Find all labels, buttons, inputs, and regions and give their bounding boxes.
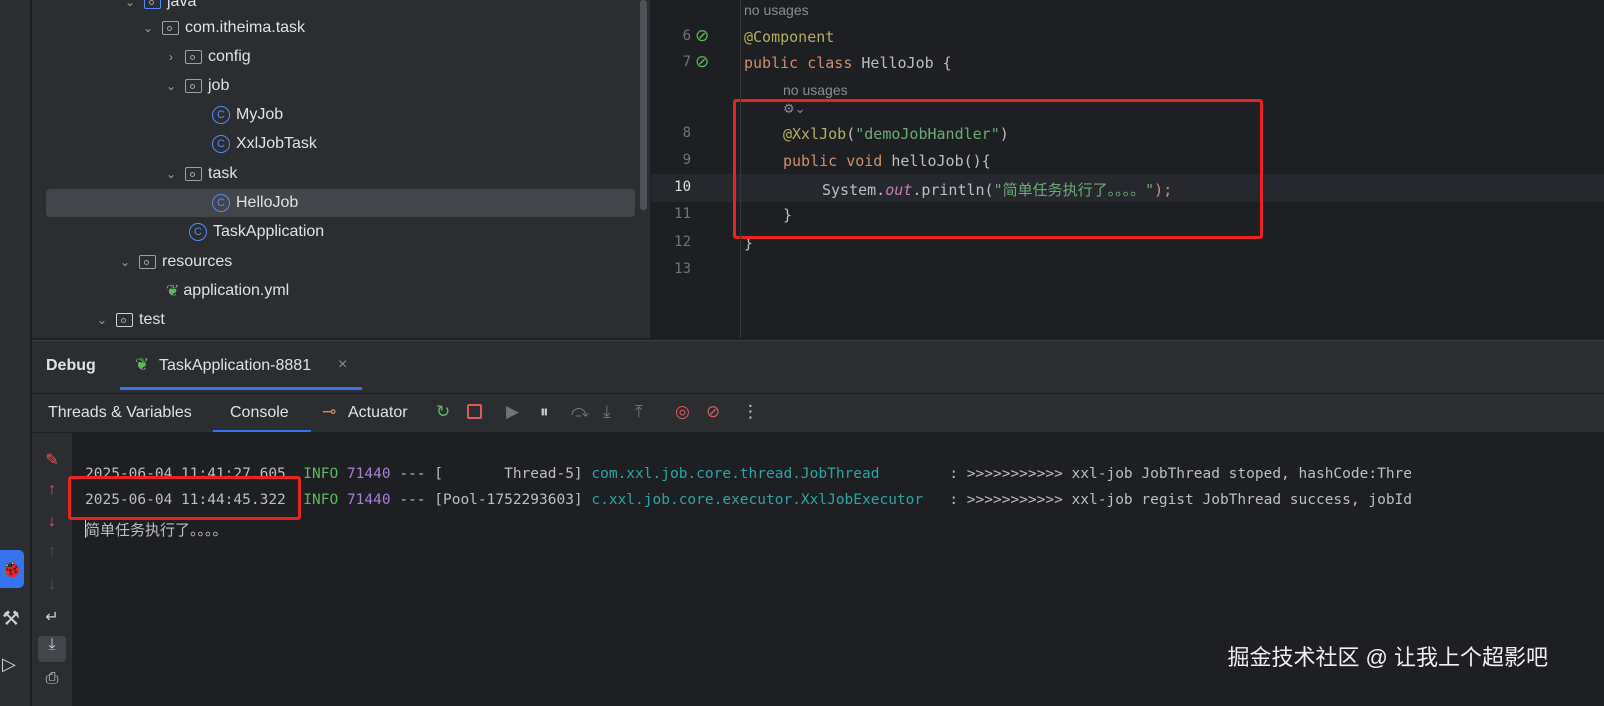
watermark: 掘金技术社区 @ 让我上个超影吧 [1227,645,1548,670]
spring-bean-gutter-icon[interactable]: ⊘ [695,52,709,72]
keyword: class [807,54,853,72]
tab-session[interactable]: TaskApplication-8881 [159,357,311,375]
text-cursor [85,520,86,538]
line-number: 12 [674,234,691,250]
class-icon: C [212,135,230,153]
step-out-icon[interactable]: ⤒ [635,402,643,422]
previous-occurrence-icon[interactable]: ↑ [42,481,62,499]
class-icon: C [212,106,230,124]
mute-breakpoints-icon[interactable]: ⊘ [706,402,720,422]
chevron-down-icon[interactable]: ⌄ [94,313,110,327]
tree-item-myjob[interactable]: MyJob [236,106,283,124]
tree-item-label: HelloJob [236,194,299,211]
next-occurrence-icon[interactable]: ↓ [42,513,62,531]
debug-tool-icon[interactable]: 🐞 [0,550,24,588]
pause-icon[interactable]: ⏸ [540,402,549,422]
tree-scrollbar[interactable] [640,0,647,210]
step-over-icon[interactable]: ⤼ [571,402,589,422]
class-icon: C [212,194,230,212]
folder-icon [116,313,133,327]
spring-boot-class-icon: C [189,223,207,241]
rerun-icon[interactable]: ↻ [436,402,450,422]
chevron-down-icon[interactable]: ⌄ [122,0,138,9]
keyword: public [744,54,799,72]
resources-folder-icon [139,255,156,269]
spring-run-icon: ❦ [135,355,150,374]
spring-config-icon: ❦ [166,283,180,300]
tab-actuator[interactable]: Actuator [348,404,408,422]
tab-console[interactable]: Console [230,404,289,422]
line-number: 7 [682,54,691,70]
chevron-right-icon[interactable]: › [163,50,179,64]
step-into-icon[interactable]: ⤓ [603,402,611,422]
line-number: 11 [674,206,691,222]
package-icon [162,21,179,35]
spring-bean-gutter-icon[interactable]: ⊘ [695,26,709,46]
stop-icon[interactable] [467,404,482,419]
tree-item-job[interactable]: job [208,77,229,95]
tab-threads-variables[interactable]: Threads & Variables [48,404,192,422]
project-tree: ⌄ java ⌄ com.itheima.task › config ⌄ job C My… [32,0,650,338]
line-number: 9 [682,152,691,168]
tree-item-application-yml[interactable]: application.yml [183,282,289,300]
code-editor[interactable]: no usages 6 ⊘ @Component 7 ⊘ public clas… [651,0,1604,338]
resume-icon[interactable]: ▶ [506,402,519,422]
chevron-down-icon[interactable]: ⌄ [140,21,156,35]
actuator-icon: ⊸ [322,402,337,421]
up-stack-icon[interactable]: ↑ [42,543,62,561]
gutter-separator [740,0,741,338]
usages-hint: no usages [783,82,848,98]
line-number: 10 [674,179,691,195]
tree-item-taskapplication[interactable]: TaskApplication [213,223,324,241]
clear-console-icon[interactable]: ✎ [42,450,62,470]
class-declaration: HelloJob { [852,54,952,72]
scroll-to-end-icon[interactable]: ⤓ [38,636,66,662]
close-icon[interactable]: × [338,356,347,374]
tree-item-hellojob[interactable]: C HelloJob [46,189,635,217]
program-output: 简单任务执行了。。。。 [85,521,228,539]
tree-item-java[interactable]: java [167,0,196,11]
more-icon[interactable]: ⋮ [742,402,759,422]
tree-item-config[interactable]: config [208,48,251,66]
soft-wrap-icon[interactable]: ↵ [42,607,62,627]
view-breakpoints-icon[interactable]: ◎ [675,402,690,422]
debug-title: Debug [46,357,96,374]
services-icon[interactable]: ▷ [2,654,16,675]
divider [32,393,1604,394]
session-tab-underline [120,387,362,390]
chevron-down-icon[interactable]: ⌄ [163,79,179,93]
source-folder-icon [144,0,161,9]
print-icon[interactable]: ⎙ [42,670,62,688]
tree-item-xxljobtask[interactable]: XxlJobTask [236,135,317,153]
tree-item-package[interactable]: com.itheima.task [185,19,305,37]
tool-window-strip: 🐞 ⚒ ▷ [0,0,31,706]
down-stack-icon[interactable]: ↓ [42,576,62,594]
package-icon [185,50,202,64]
highlight-box [68,476,301,520]
tree-item-test[interactable]: test [139,311,165,329]
annotation: @Component [744,28,835,46]
chevron-down-icon[interactable]: ⌄ [117,255,133,269]
usages-hint: no usages [744,2,809,18]
line-number: 6 [682,28,691,44]
build-hammer-icon[interactable]: ⚒ [2,606,20,631]
chevron-down-icon[interactable]: ⌄ [163,167,179,181]
tree-item-resources[interactable]: resources [162,253,232,271]
highlight-box [733,99,1263,239]
line-number: 13 [674,261,691,277]
line-number: 8 [682,125,691,141]
tree-item-task[interactable]: task [208,165,237,183]
package-icon [185,167,202,181]
package-icon [185,79,202,93]
